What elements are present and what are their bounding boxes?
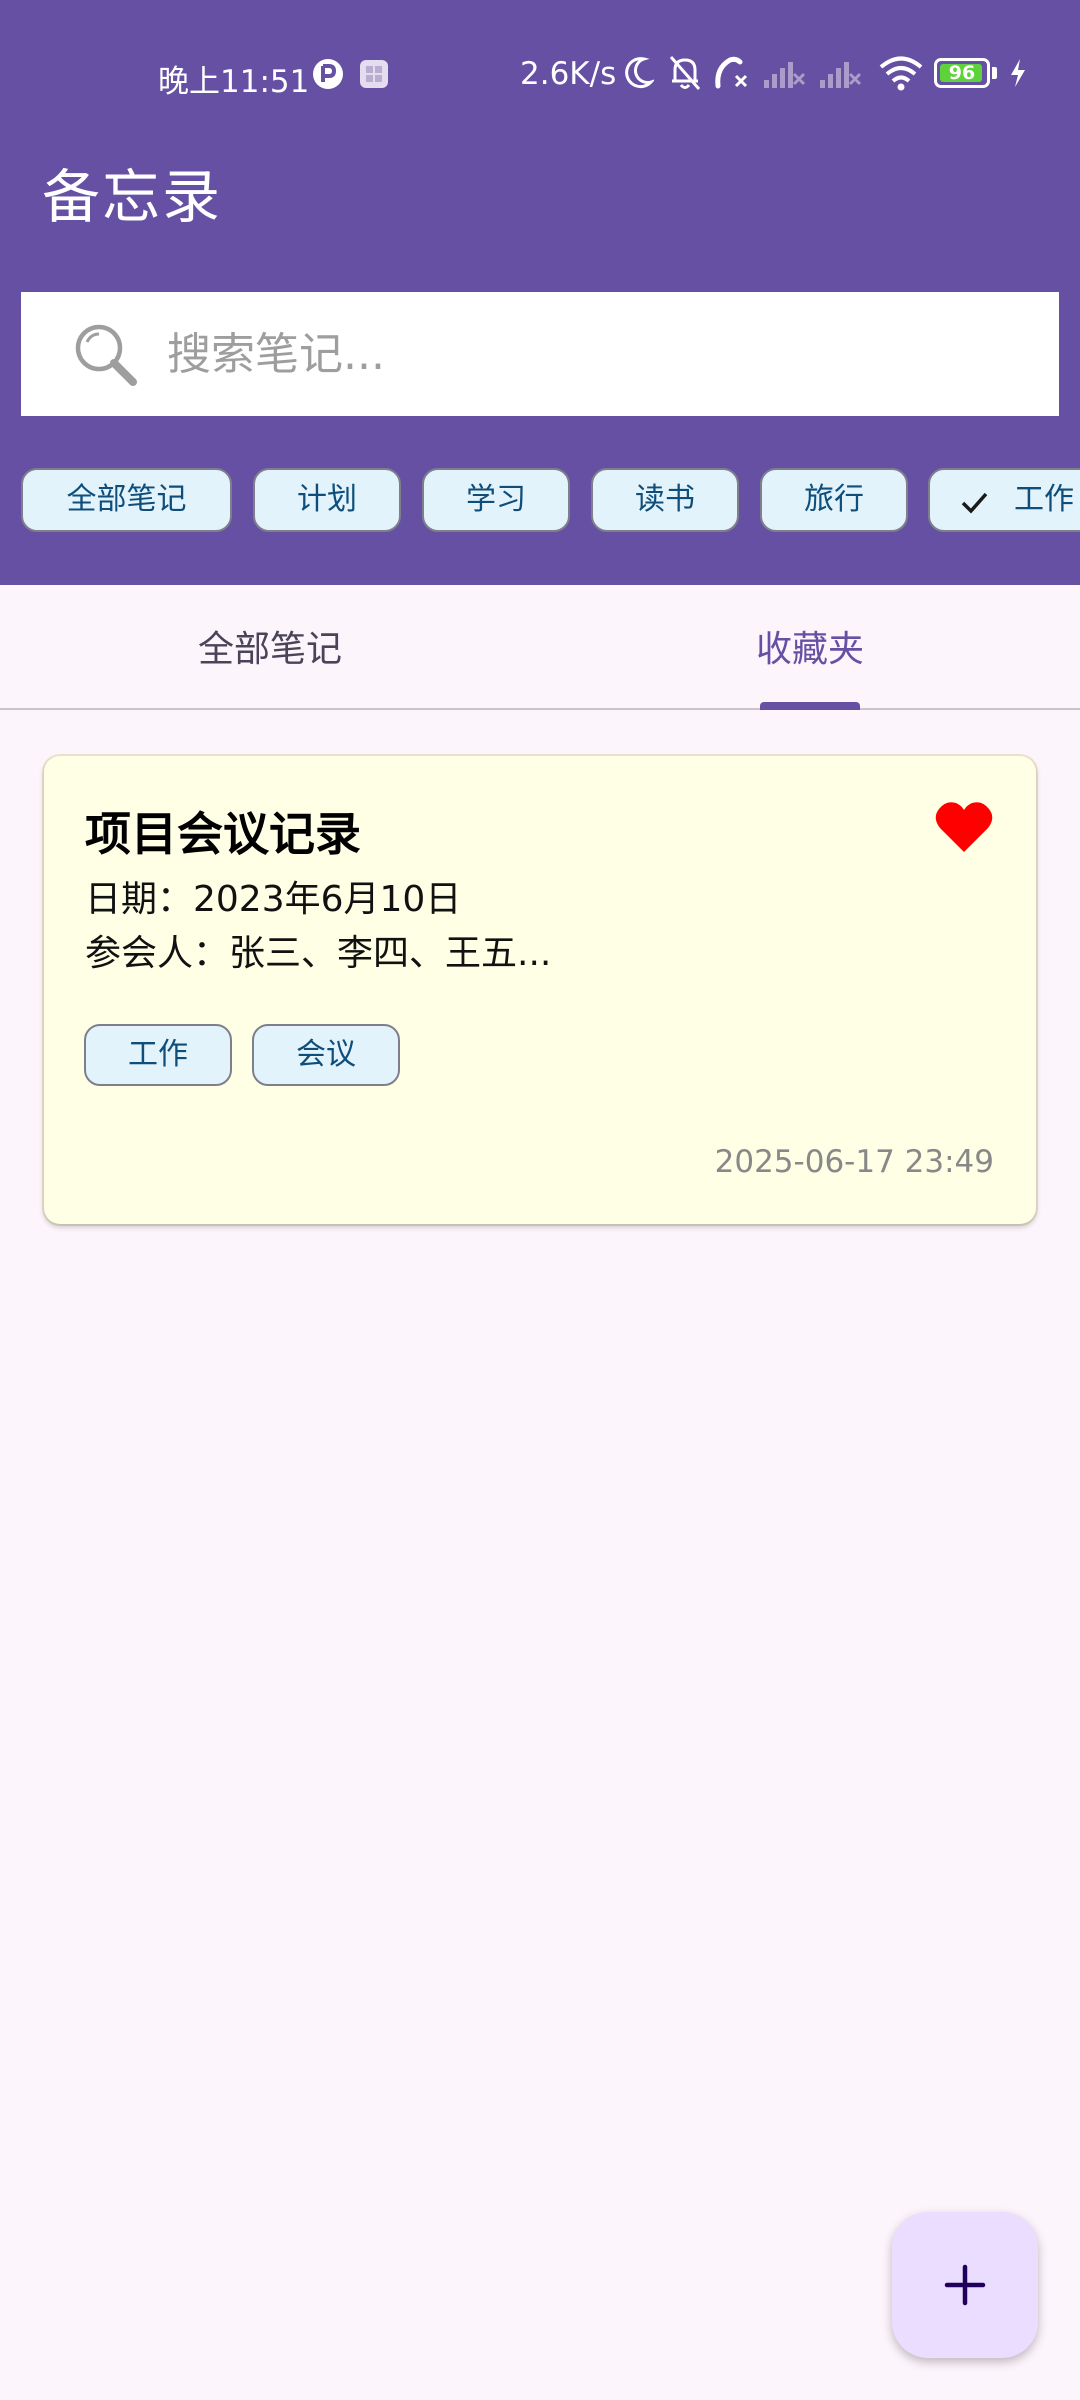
battery-level: 96 (948, 62, 976, 84)
note-timestamp: 2025-06-17 23:49 (714, 1144, 994, 1180)
chip-label: 旅行 (804, 482, 864, 517)
tab-favorites[interactable]: 收藏夹 (540, 585, 1080, 708)
chip-travel[interactable]: 旅行 (760, 468, 908, 532)
wifi-icon (879, 56, 923, 91)
net-speed: 2.6K/s (520, 56, 617, 92)
note-card[interactable]: 项目会议记录 日期：2023年6月10日 参会人：张三、李四、王五... 工作 … (44, 756, 1036, 1224)
chip-label: 读书 (635, 482, 695, 517)
battery-icon: 96 (934, 58, 990, 88)
tab-all-notes[interactable]: 全部笔记 (0, 585, 540, 708)
chip-study[interactable]: 学习 (422, 468, 570, 532)
signal-off-icon (764, 62, 806, 88)
chip-plan[interactable]: 计划 (253, 468, 401, 532)
app-title: 备忘录 (42, 163, 223, 231)
app-header: 晚上11:51 2.6K/s 96 备忘录 搜索笔记... 全部笔记 计划 学习… (0, 0, 1080, 585)
chip-label: 学习 (466, 482, 526, 517)
note-title: 项目会议记录 (85, 807, 361, 861)
tab-indicator (760, 702, 860, 710)
status-bar: 晚上11:51 2.6K/s 96 (0, 40, 1080, 110)
bell-off-icon (669, 56, 701, 90)
chip-reading[interactable]: 读书 (591, 468, 739, 532)
call-missed-icon (715, 56, 748, 89)
filter-chips: 全部笔记 计划 学习 读书 旅行 工作 (0, 468, 1080, 536)
search-bar[interactable] (21, 292, 1059, 416)
tag-label: 会议 (296, 1037, 356, 1072)
signal-off-icon (820, 62, 862, 88)
chip-label: 工作 (1014, 482, 1074, 517)
plus-icon (944, 2264, 986, 2306)
tab-label: 全部笔记 (197, 629, 342, 670)
chip-label: 全部笔记 (66, 482, 187, 517)
search-input[interactable] (167, 322, 1027, 386)
note-date-line: 日期：2023年6月10日 (85, 879, 462, 920)
status-time: 晚上11:51 (158, 64, 310, 100)
tab-label: 收藏夹 (755, 629, 864, 670)
chip-label: 计划 (297, 482, 357, 517)
note-tag-work: 工作 (84, 1024, 232, 1086)
tab-bar: 全部笔记 收藏夹 (0, 585, 1080, 710)
chip-work[interactable]: 工作 (928, 468, 1080, 532)
heart-icon[interactable] (934, 800, 994, 854)
app-notify-icon (313, 59, 343, 89)
note-tag-meeting: 会议 (252, 1024, 400, 1086)
charging-icon (1011, 59, 1025, 87)
note-attendees-line: 参会人：张三、李四、王五... (85, 933, 552, 974)
check-icon (961, 492, 988, 514)
app-square-icon (360, 60, 388, 88)
add-note-button[interactable] (892, 2212, 1038, 2358)
moon-icon (625, 57, 654, 89)
search-icon (71, 320, 141, 390)
tag-label: 工作 (128, 1037, 188, 1072)
chip-all-notes[interactable]: 全部笔记 (21, 468, 232, 532)
battery-cap (992, 67, 997, 79)
